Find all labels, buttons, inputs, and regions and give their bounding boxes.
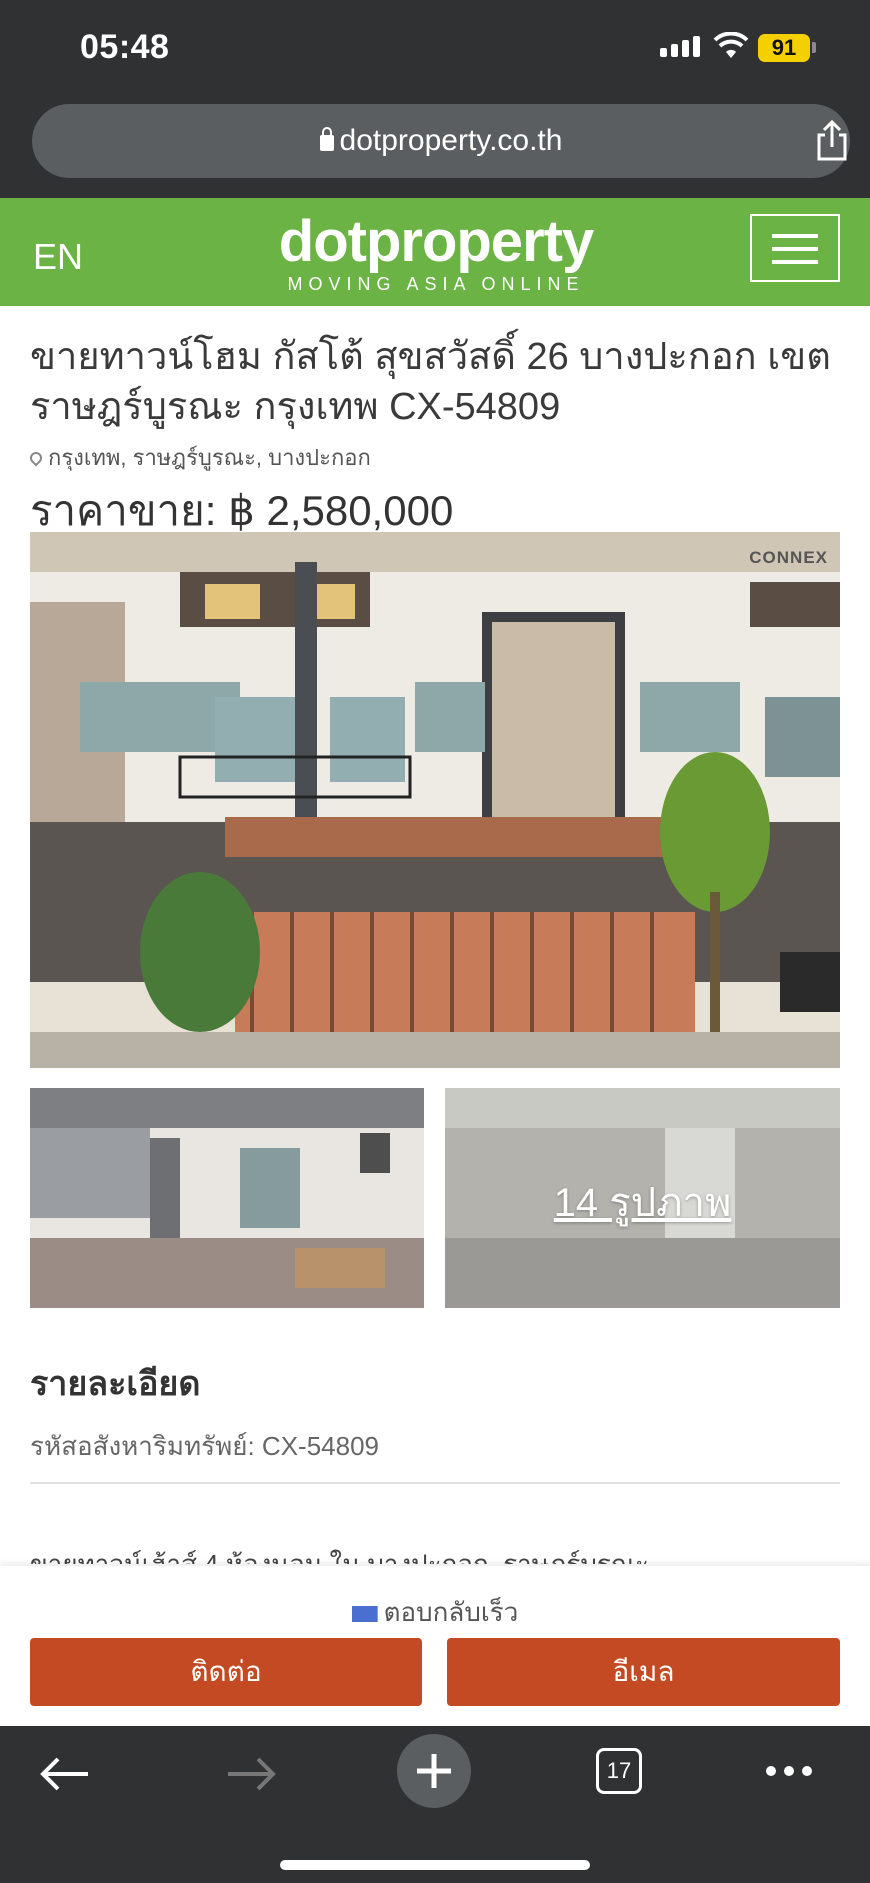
tab-switcher-button[interactable]: 17	[596, 1748, 642, 1794]
contact-button[interactable]: ติดต่อ	[30, 1638, 422, 1706]
lock-icon	[319, 127, 334, 151]
home-indicator	[280, 1860, 590, 1870]
details-heading: รายละเอียด	[30, 1365, 201, 1403]
battery-tip	[812, 42, 816, 53]
photo-watermark: CONNEX	[749, 548, 828, 567]
new-tab-button[interactable]	[397, 1734, 471, 1808]
browser-address-area: dotproperty.co.th	[0, 100, 870, 198]
property-code: รหัสอสังหาริมทรัพย์: CX-54809	[30, 1431, 379, 1461]
url-text: dotproperty.co.th	[339, 124, 563, 157]
carport-interior-image	[30, 1088, 424, 1308]
share-icon[interactable]	[812, 120, 852, 162]
quick-reply-text: ตอบกลับเร็ว	[383, 1597, 519, 1627]
photo-count-link[interactable]: 14 รูปภาพ	[445, 1170, 840, 1234]
cellular-signal-icon	[660, 36, 700, 57]
listing-location: กรุงเทพ, ราษฎร์บูรณะ, บางปะกอก	[27, 440, 371, 475]
language-switch[interactable]: EN	[33, 236, 83, 278]
browser-toolbar: 17	[0, 1726, 870, 1883]
hamburger-menu-button[interactable]	[750, 214, 840, 282]
description-preview: ขายทาวน์เฮ้าส์ 4 ห้องนอน ใน บางปะกอก, รา…	[30, 1549, 649, 1564]
status-bar: 05:48 91	[0, 0, 870, 100]
gallery-thumbnail[interactable]	[30, 1088, 424, 1308]
plus-icon	[417, 1754, 451, 1788]
location-text: กรุงเทพ, ราษฎร์บูรณะ, บางปะกอก	[48, 445, 371, 470]
back-arrow-icon[interactable]	[40, 1756, 90, 1792]
listing-title: ขายทาวน์โฮม กัสโต้ สุขสวัสดิ์ 26 บางปะกอ…	[30, 336, 831, 428]
url-display[interactable]: dotproperty.co.th	[32, 124, 850, 158]
site-header: EN dotproperty MOVING ASIA ONLINE	[0, 198, 870, 306]
contact-bar: ตอบกลับเร็ว ติดต่อ อีเมล	[0, 1566, 870, 1726]
townhouse-facade-image	[30, 532, 840, 1068]
address-bar[interactable]: dotproperty.co.th	[32, 104, 850, 178]
envelope-icon	[351, 1606, 378, 1622]
quick-reply-notice: ตอบกลับเร็ว	[0, 1592, 870, 1633]
email-button[interactable]: อีเมล	[447, 1638, 840, 1706]
logo-wordmark: dotproperty	[278, 209, 594, 274]
wifi-icon	[713, 32, 749, 58]
site-logo[interactable]: dotproperty MOVING ASIA ONLINE	[266, 212, 606, 295]
gallery-more-photos[interactable]: 14 รูปภาพ	[445, 1088, 840, 1308]
divider	[30, 1482, 840, 1484]
status-time: 05:48	[80, 28, 170, 66]
forward-arrow-icon[interactable]	[226, 1756, 276, 1792]
main-photo[interactable]: CONNEX	[30, 532, 840, 1068]
logo-tagline: MOVING ASIA ONLINE	[287, 274, 585, 294]
map-pin-icon	[27, 449, 45, 467]
more-options-icon[interactable]	[764, 1764, 814, 1778]
battery-icon: 91	[758, 34, 810, 62]
